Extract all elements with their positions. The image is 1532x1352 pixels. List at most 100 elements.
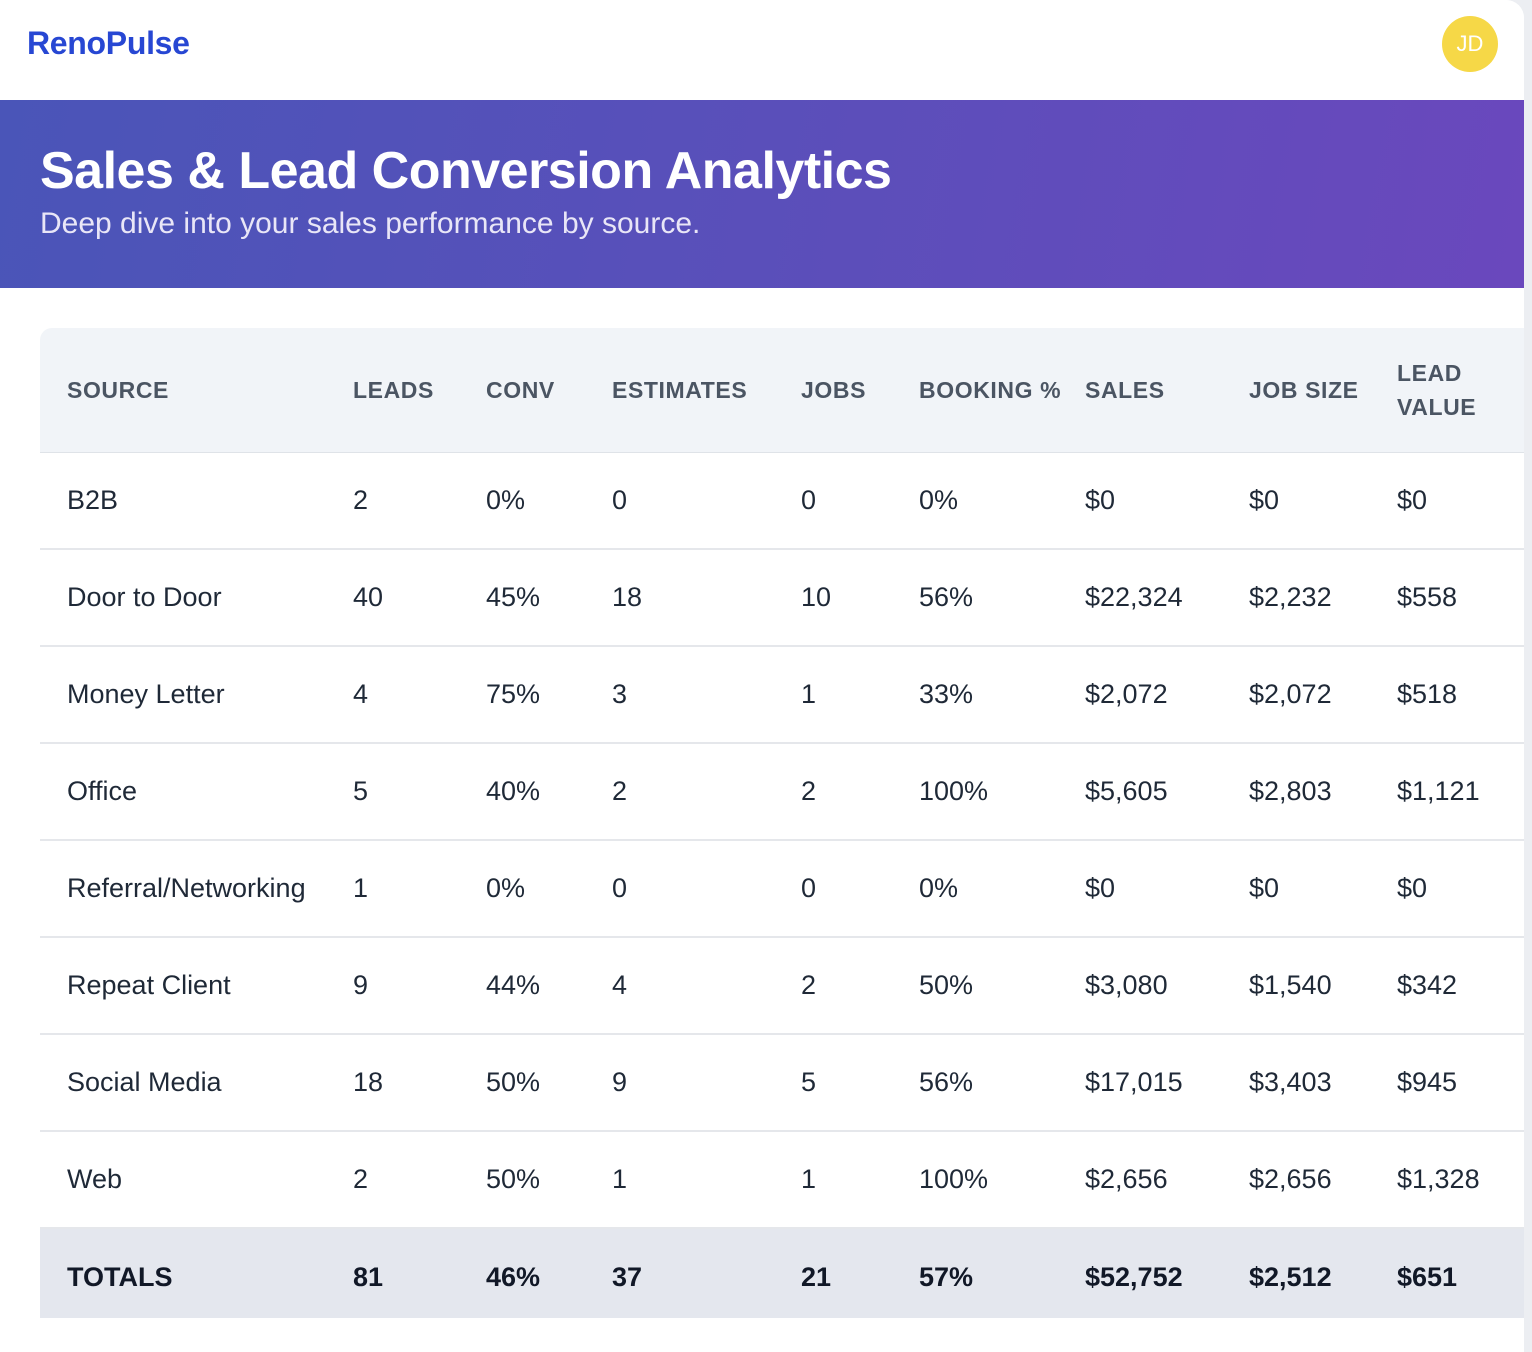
page-subtitle: Deep dive into your sales performance by… <box>40 207 701 240</box>
lead-value-cell: $945 <box>1397 1034 1524 1132</box>
totals-booking-cell: 57% <box>919 1228 1085 1318</box>
job-size-cell: $2,803 <box>1249 743 1397 841</box>
source-cell: Money Letter <box>40 646 353 744</box>
totals-lead-value-cell: $651 <box>1397 1228 1524 1318</box>
estimates-cell: 2 <box>612 743 801 841</box>
table-row: Repeat Client 9 44% 4 2 50% $3,080 $1,54… <box>40 937 1524 1035</box>
leads-cell: 9 <box>353 937 486 1035</box>
jobs-cell: 2 <box>801 937 919 1035</box>
conv-cell: 50% <box>486 1131 612 1229</box>
column-header-conv[interactable]: CONV <box>486 328 612 453</box>
job-size-cell: $1,540 <box>1249 937 1397 1035</box>
booking-cell: 100% <box>919 1131 1085 1229</box>
conv-cell: 0% <box>486 452 612 550</box>
estimates-cell: 4 <box>612 937 801 1035</box>
column-header-jobs[interactable]: JOBS <box>801 328 919 453</box>
column-header-source[interactable]: SOURCE <box>40 328 353 453</box>
table-row: Web 2 50% 1 1 100% $2,656 $2,656 $1,328 <box>40 1131 1524 1229</box>
lead-value-cell: $342 <box>1397 937 1524 1035</box>
sales-cell: $22,324 <box>1085 549 1249 647</box>
source-cell: Web <box>40 1131 353 1229</box>
booking-cell: 33% <box>919 646 1085 744</box>
source-cell: Social Media <box>40 1034 353 1132</box>
job-size-cell: $0 <box>1249 840 1397 938</box>
top-bar: RenoPulse JD <box>0 0 1524 100</box>
estimates-cell: 1 <box>612 1131 801 1229</box>
table-row: Office 5 40% 2 2 100% $5,605 $2,803 $1,1… <box>40 743 1524 841</box>
lead-value-cell: $558 <box>1397 549 1524 647</box>
job-size-cell: $2,656 <box>1249 1131 1397 1229</box>
brand-logo[interactable]: RenoPulse <box>27 22 190 64</box>
sales-cell: $5,605 <box>1085 743 1249 841</box>
column-header-leads[interactable]: LEADS <box>353 328 486 453</box>
source-cell: Office <box>40 743 353 841</box>
leads-cell: 5 <box>353 743 486 841</box>
page-title: Sales & Lead Conversion Analytics <box>40 142 892 200</box>
booking-cell: 100% <box>919 743 1085 841</box>
jobs-cell: 5 <box>801 1034 919 1132</box>
table-header-row: SOURCE LEADS CONV ESTIMATES JOBS BOOKING… <box>40 328 1524 453</box>
estimates-cell: 0 <box>612 452 801 550</box>
totals-estimates-cell: 37 <box>612 1228 801 1318</box>
column-header-lead-value[interactable]: LEAD VALUE <box>1397 328 1524 453</box>
lead-value-cell: $1,121 <box>1397 743 1524 841</box>
source-cell: Referral/Networking <box>40 840 353 938</box>
conv-cell: 75% <box>486 646 612 744</box>
sales-cell: $3,080 <box>1085 937 1249 1035</box>
jobs-cell: 0 <box>801 840 919 938</box>
jobs-cell: 2 <box>801 743 919 841</box>
conv-cell: 40% <box>486 743 612 841</box>
conv-cell: 44% <box>486 937 612 1035</box>
sales-cell: $0 <box>1085 452 1249 550</box>
leads-cell: 2 <box>353 1131 486 1229</box>
column-header-booking[interactable]: BOOKING % <box>919 328 1085 453</box>
job-size-cell: $2,072 <box>1249 646 1397 744</box>
analytics-table-container: SOURCE LEADS CONV ESTIMATES JOBS BOOKING… <box>40 328 1524 1318</box>
estimates-cell: 0 <box>612 840 801 938</box>
column-header-estimates[interactable]: ESTIMATES <box>612 328 801 453</box>
estimates-cell: 3 <box>612 646 801 744</box>
jobs-cell: 1 <box>801 1131 919 1229</box>
conv-cell: 0% <box>486 840 612 938</box>
analytics-table: SOURCE LEADS CONV ESTIMATES JOBS BOOKING… <box>40 328 1524 1318</box>
lead-value-cell: $518 <box>1397 646 1524 744</box>
estimates-cell: 18 <box>612 549 801 647</box>
lead-value-cell: $0 <box>1397 452 1524 550</box>
job-size-cell: $2,232 <box>1249 549 1397 647</box>
totals-label-cell: TOTALS <box>40 1228 353 1318</box>
table-row: Referral/Networking 1 0% 0 0 0% $0 $0 $0 <box>40 840 1524 938</box>
totals-row: TOTALS 81 46% 37 21 57% $52,752 $2,512 $… <box>40 1228 1524 1318</box>
app-window: RenoPulse JD Sales & Lead Conversion Ana… <box>0 0 1524 1352</box>
source-cell: B2B <box>40 452 353 550</box>
user-avatar[interactable]: JD <box>1442 16 1498 72</box>
totals-jobs-cell: 21 <box>801 1228 919 1318</box>
leads-cell: 18 <box>353 1034 486 1132</box>
window-right-edge <box>1524 0 1532 1352</box>
sales-cell: $0 <box>1085 840 1249 938</box>
table-row: Social Media 18 50% 9 5 56% $17,015 $3,4… <box>40 1034 1524 1132</box>
job-size-cell: $0 <box>1249 452 1397 550</box>
estimates-cell: 9 <box>612 1034 801 1132</box>
leads-cell: 2 <box>353 452 486 550</box>
leads-cell: 40 <box>353 549 486 647</box>
conv-cell: 45% <box>486 549 612 647</box>
source-cell: Repeat Client <box>40 937 353 1035</box>
table-row: Money Letter 4 75% 3 1 33% $2,072 $2,072… <box>40 646 1524 744</box>
booking-cell: 50% <box>919 937 1085 1035</box>
column-header-sales[interactable]: SALES <box>1085 328 1249 453</box>
page-header-banner: Sales & Lead Conversion Analytics Deep d… <box>0 100 1524 288</box>
totals-job-size-cell: $2,512 <box>1249 1228 1397 1318</box>
booking-cell: 56% <box>919 1034 1085 1132</box>
booking-cell: 0% <box>919 452 1085 550</box>
sales-cell: $17,015 <box>1085 1034 1249 1132</box>
jobs-cell: 10 <box>801 549 919 647</box>
booking-cell: 56% <box>919 549 1085 647</box>
table-row: Door to Door 40 45% 18 10 56% $22,324 $2… <box>40 549 1524 647</box>
table-row: B2B 2 0% 0 0 0% $0 $0 $0 <box>40 452 1524 550</box>
job-size-cell: $3,403 <box>1249 1034 1397 1132</box>
lead-value-cell: $0 <box>1397 840 1524 938</box>
column-header-job-size[interactable]: JOB SIZE <box>1249 328 1397 453</box>
totals-conv-cell: 46% <box>486 1228 612 1318</box>
sales-cell: $2,656 <box>1085 1131 1249 1229</box>
leads-cell: 4 <box>353 646 486 744</box>
